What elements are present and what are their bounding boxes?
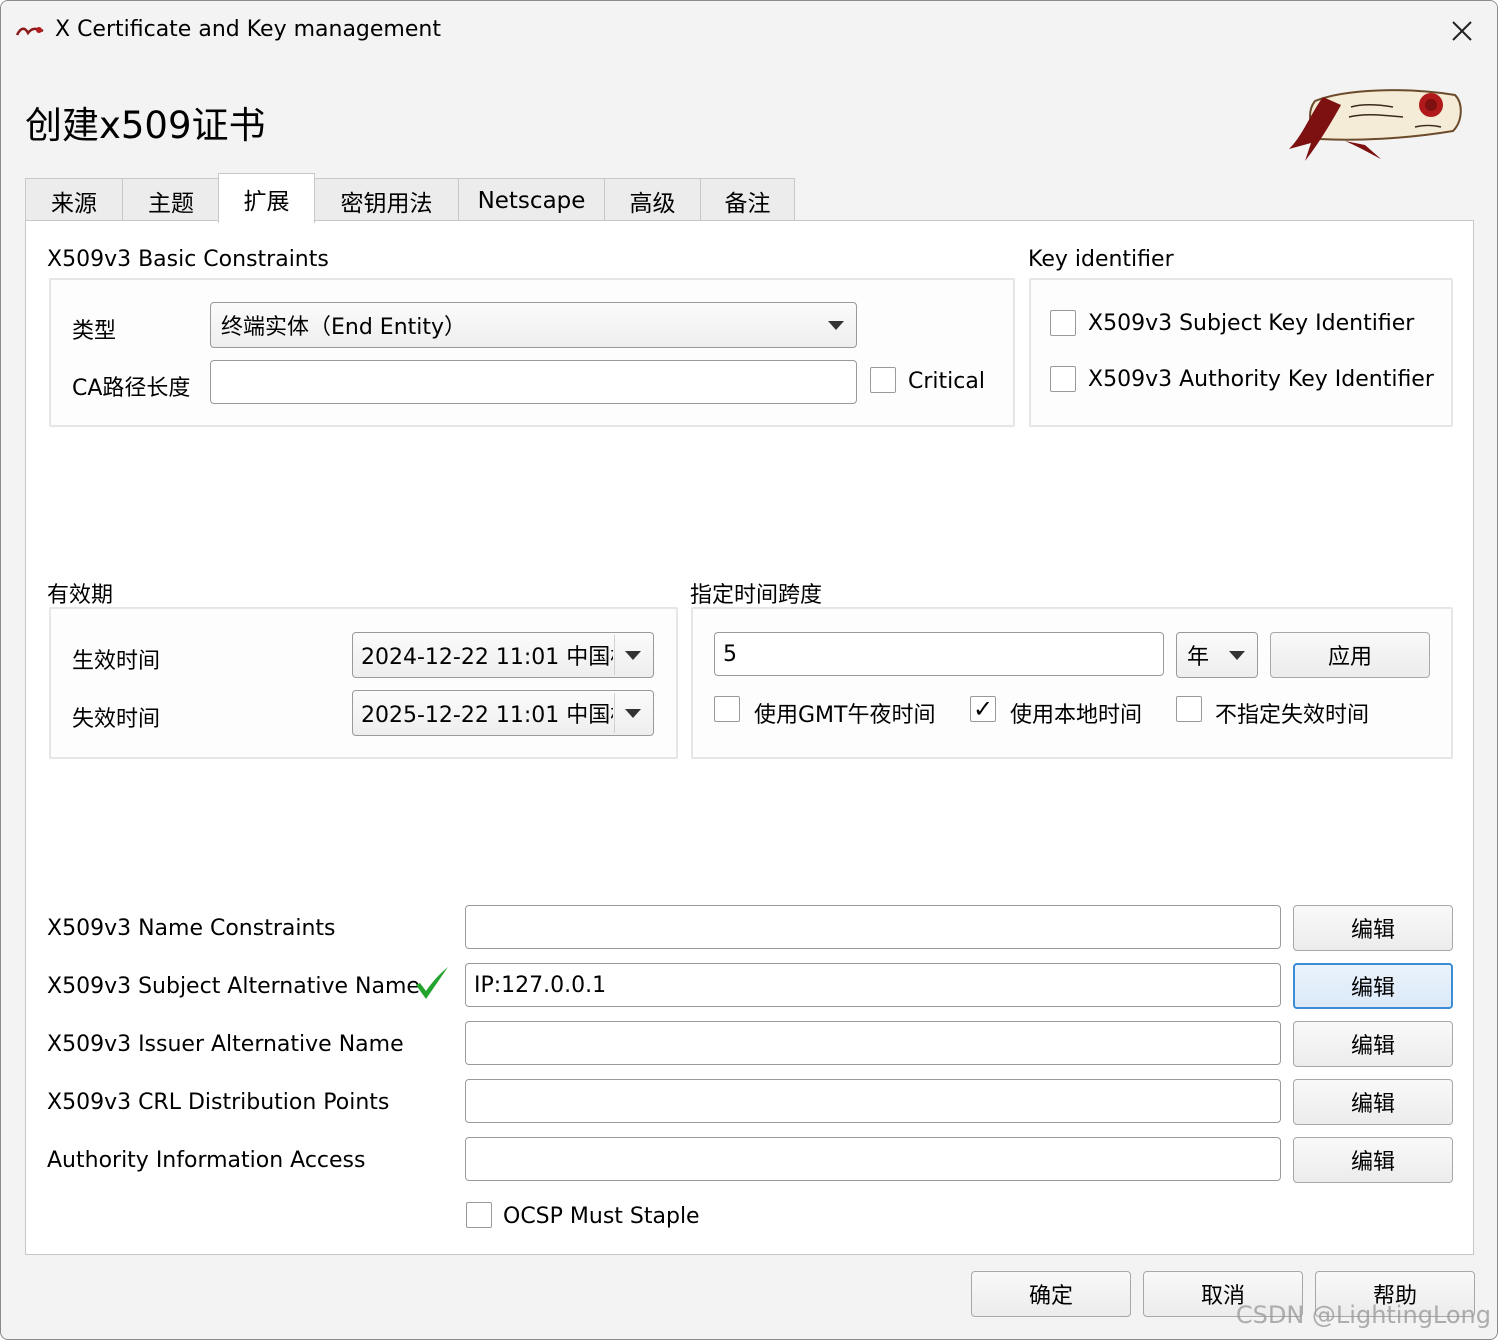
gmt-midnight-checkbox[interactable] — [714, 696, 740, 722]
tab-key-usage[interactable]: 密钥用法 — [314, 178, 459, 222]
key-identifier-group: X509v3 Subject Key Identifier X509v3 Aut… — [1029, 278, 1453, 427]
critical-checkbox[interactable] — [870, 367, 896, 393]
ca-path-length-input[interactable] — [210, 360, 857, 404]
tab-extensions[interactable]: 扩展 — [218, 173, 315, 223]
subject-key-id-label: X509v3 Subject Key Identifier — [1088, 311, 1415, 336]
time-range-unit-value: 年 — [1187, 645, 1210, 670]
issuer-alt-name-label: X509v3 Issuer Alternative Name — [47, 1032, 404, 1057]
name-constraints-input[interactable] — [465, 905, 1281, 949]
subject-alt-name-label: X509v3 Subject Alternative Name — [47, 974, 420, 999]
type-label: 类型 — [72, 319, 117, 344]
apply-button[interactable]: 应用 — [1270, 632, 1430, 678]
time-range-group: 5 年 应用 使用GMT午夜时间 ✓ 使用本地时间 不指定失效时间 — [691, 607, 1453, 759]
type-select[interactable]: 终端实体（End Entity） — [210, 302, 857, 348]
ok-button[interactable]: 确定 — [971, 1271, 1131, 1317]
name-constraints-label: X509v3 Name Constraints — [47, 916, 336, 941]
authority-info-access-input[interactable] — [465, 1137, 1281, 1181]
crl-distribution-input[interactable] — [465, 1079, 1281, 1123]
validity-title: 有效期 — [47, 583, 114, 608]
local-time-label: 使用本地时间 — [1010, 703, 1143, 728]
authority-info-access-edit-button[interactable]: 编辑 — [1293, 1137, 1453, 1183]
type-select-value: 终端实体（End Entity） — [221, 315, 467, 340]
window-title: X Certificate and Key management — [55, 17, 441, 42]
issuer-alt-name-edit-button[interactable]: 编辑 — [1293, 1021, 1453, 1067]
crl-distribution-label: X509v3 CRL Distribution Points — [47, 1090, 390, 1115]
authority-key-id-checkbox[interactable] — [1050, 366, 1076, 392]
issuer-alt-name-input[interactable] — [465, 1021, 1281, 1065]
authority-info-access-label: Authority Information Access — [47, 1148, 366, 1173]
validity-group: 生效时间 2024-12-22 11:01 中国标准时间 失效时间 2025-1… — [49, 607, 678, 759]
time-range-title: 指定时间跨度 — [690, 583, 823, 608]
close-icon — [1452, 21, 1472, 41]
crl-distribution-edit-button[interactable]: 编辑 — [1293, 1079, 1453, 1125]
tab-netscape[interactable]: Netscape — [458, 178, 605, 222]
time-range-unit-select[interactable]: 年 — [1176, 632, 1258, 678]
picker-separator — [614, 693, 615, 733]
no-expiry-label: 不指定失效时间 — [1215, 703, 1370, 728]
not-after-picker[interactable]: 2025-12-22 11:01 中国标准时间 — [352, 690, 654, 736]
tab-subject[interactable]: 主题 — [122, 178, 220, 222]
subject-key-id-checkbox[interactable] — [1050, 310, 1076, 336]
no-expiry-checkbox[interactable] — [1176, 696, 1202, 722]
ca-path-length-label: CA路径长度 — [72, 376, 191, 401]
ocsp-must-staple-checkbox[interactable] — [466, 1202, 492, 1228]
subject-alt-name-input[interactable]: IP:127.0.0.1 — [465, 963, 1281, 1007]
basic-constraints-title: X509v3 Basic Constraints — [47, 247, 329, 272]
name-constraints-edit-button[interactable]: 编辑 — [1293, 905, 1453, 951]
time-range-amount-input[interactable]: 5 — [714, 632, 1164, 676]
not-before-value: 2024-12-22 11:01 中国标准时间 — [361, 645, 613, 670]
chevron-down-icon — [625, 709, 641, 718]
local-time-checkbox[interactable]: ✓ — [970, 695, 996, 723]
not-after-value: 2025-12-22 11:01 中国标准时间 — [361, 703, 613, 728]
close-button[interactable] — [1427, 1, 1497, 61]
tab-comment[interactable]: 备注 — [700, 178, 795, 222]
scroll-seal-logo — [1289, 89, 1462, 161]
checkmark-icon: ✓ — [972, 695, 994, 723]
critical-label: Critical — [908, 369, 985, 394]
tab-advanced[interactable]: 高级 — [604, 178, 701, 222]
chevron-down-icon — [625, 651, 641, 660]
page-title: 创建x509证书 — [25, 104, 266, 147]
gmt-midnight-label: 使用GMT午夜时间 — [754, 703, 936, 728]
app-logo-icon — [15, 27, 44, 36]
picker-separator — [614, 635, 615, 675]
extensions-panel: X509v3 Basic Constraints 类型 终端实体（End Ent… — [25, 220, 1474, 1255]
chevron-down-icon — [828, 321, 844, 330]
chevron-down-icon — [1229, 651, 1245, 660]
title-bar: X Certificate and Key management — [1, 1, 1497, 63]
dialog-window: X Certificate and Key management 创建x509证… — [0, 0, 1498, 1340]
tab-source[interactable]: 来源 — [25, 178, 123, 222]
not-before-label: 生效时间 — [72, 649, 161, 674]
watermark: CSDN @LightingLong — [1235, 1301, 1491, 1329]
not-after-label: 失效时间 — [72, 707, 161, 732]
not-before-picker[interactable]: 2024-12-22 11:01 中国标准时间 — [352, 632, 654, 678]
basic-constraints-group: 类型 终端实体（End Entity） CA路径长度 Critical — [49, 278, 1015, 427]
ocsp-must-staple-label: OCSP Must Staple — [503, 1204, 700, 1229]
key-identifier-title: Key identifier — [1028, 247, 1174, 272]
valid-check-icon — [416, 967, 448, 999]
subject-alt-name-edit-button[interactable]: 编辑 — [1293, 963, 1453, 1009]
authority-key-id-label: X509v3 Authority Key Identifier — [1088, 367, 1434, 392]
